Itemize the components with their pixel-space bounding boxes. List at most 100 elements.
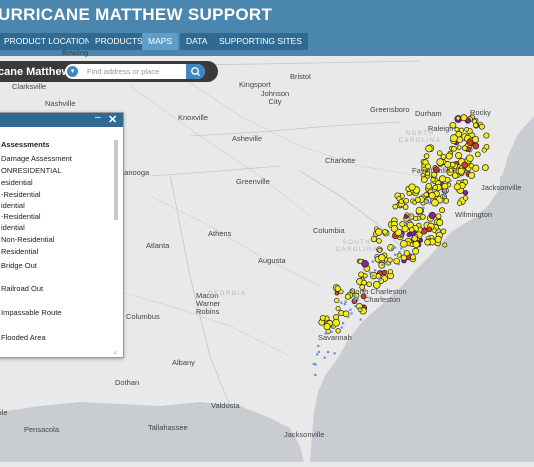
damage-marker[interactable]: [462, 195, 469, 201]
damage-marker[interactable]: [425, 145, 433, 153]
damage-marker[interactable]: [399, 221, 406, 228]
damage-marker[interactable]: [409, 227, 415, 233]
damage-marker[interactable]: [455, 115, 461, 121]
flood-marker[interactable]: [409, 217, 412, 221]
damage-marker[interactable]: [478, 123, 485, 130]
damage-marker[interactable]: [436, 158, 444, 166]
damage-marker[interactable]: [332, 318, 340, 327]
damage-marker[interactable]: [402, 204, 409, 210]
damage-marker[interactable]: [438, 175, 447, 183]
damage-marker[interactable]: [468, 171, 476, 179]
damage-marker[interactable]: [441, 182, 449, 190]
flood-marker[interactable]: [430, 181, 433, 184]
damage-marker[interactable]: [472, 142, 480, 150]
flood-marker[interactable]: [359, 307, 362, 310]
tab-data[interactable]: DATA: [180, 33, 214, 50]
damage-marker[interactable]: [431, 198, 439, 207]
flood-marker[interactable]: [385, 262, 388, 265]
flood-marker[interactable]: [381, 263, 384, 266]
flood-marker[interactable]: [404, 220, 407, 223]
flood-marker[interactable]: [323, 356, 326, 359]
damage-marker[interactable]: [474, 151, 481, 158]
flood-marker[interactable]: [394, 253, 397, 256]
damage-marker[interactable]: [411, 235, 418, 242]
flood-marker[interactable]: [314, 363, 317, 366]
damage-marker[interactable]: [334, 297, 340, 304]
flood-marker[interactable]: [424, 202, 427, 205]
flood-marker[interactable]: [347, 315, 350, 318]
damage-marker[interactable]: [425, 182, 433, 190]
flood-marker[interactable]: [344, 300, 347, 303]
flood-marker[interactable]: [331, 326, 334, 329]
damage-marker[interactable]: [466, 154, 474, 162]
flood-marker[interactable]: [356, 296, 359, 300]
damage-marker[interactable]: [428, 211, 436, 220]
flood-marker[interactable]: [378, 277, 381, 280]
flood-marker[interactable]: [426, 199, 429, 202]
damage-marker[interactable]: [387, 268, 394, 275]
damage-marker[interactable]: [420, 176, 428, 183]
damage-marker[interactable]: [423, 191, 429, 198]
damage-marker[interactable]: [461, 161, 469, 169]
damage-marker[interactable]: [403, 198, 409, 204]
flood-marker[interactable]: [429, 202, 432, 205]
damage-marker[interactable]: [335, 305, 341, 312]
flood-marker[interactable]: [449, 179, 452, 182]
flood-marker[interactable]: [317, 344, 320, 348]
damage-marker[interactable]: [440, 153, 447, 160]
damage-marker[interactable]: [358, 271, 365, 278]
flood-marker[interactable]: [398, 251, 401, 254]
damage-marker[interactable]: [424, 239, 431, 246]
flood-marker[interactable]: [326, 350, 330, 354]
flood-marker[interactable]: [400, 234, 403, 237]
legend-scrollbar[interactable]: [114, 140, 118, 220]
damage-marker[interactable]: [432, 184, 438, 191]
flood-marker[interactable]: [349, 308, 352, 311]
damage-marker[interactable]: [414, 196, 421, 203]
damage-marker[interactable]: [403, 250, 410, 257]
damage-marker[interactable]: [382, 229, 388, 235]
flood-marker[interactable]: [343, 302, 346, 306]
damage-marker[interactable]: [435, 213, 442, 220]
damage-marker[interactable]: [408, 183, 416, 191]
damage-marker[interactable]: [390, 225, 398, 233]
damage-marker[interactable]: [454, 126, 460, 132]
damage-marker[interactable]: [400, 240, 408, 248]
flood-marker[interactable]: [371, 274, 374, 277]
damage-marker[interactable]: [366, 281, 372, 288]
damage-marker[interactable]: [464, 127, 469, 132]
damage-marker[interactable]: [426, 226, 433, 233]
damage-marker[interactable]: [412, 240, 420, 248]
damage-marker[interactable]: [453, 183, 461, 191]
flood-marker[interactable]: [340, 301, 343, 304]
damage-marker[interactable]: [442, 242, 448, 248]
minimize-icon[interactable]: –: [95, 112, 101, 123]
damage-marker[interactable]: [403, 214, 409, 219]
flood-marker[interactable]: [317, 350, 321, 353]
damage-marker[interactable]: [436, 219, 444, 226]
damage-marker[interactable]: [456, 145, 462, 151]
flood-marker[interactable]: [444, 190, 447, 193]
damage-marker[interactable]: [361, 260, 369, 268]
damage-marker[interactable]: [455, 152, 463, 159]
damage-marker[interactable]: [456, 200, 463, 206]
damage-marker[interactable]: [445, 152, 453, 160]
flood-marker[interactable]: [316, 353, 319, 356]
damage-marker[interactable]: [451, 145, 457, 152]
close-icon[interactable]: ✕: [108, 113, 117, 126]
damage-marker[interactable]: [462, 190, 469, 196]
flood-marker[interactable]: [409, 214, 412, 217]
flood-marker[interactable]: [443, 195, 446, 198]
flood-marker[interactable]: [374, 269, 377, 272]
damage-marker[interactable]: [483, 132, 490, 139]
damage-marker[interactable]: [436, 150, 443, 156]
damage-marker[interactable]: [319, 314, 326, 321]
damage-marker[interactable]: [434, 235, 442, 243]
damage-marker[interactable]: [482, 164, 489, 171]
damage-marker[interactable]: [392, 203, 399, 210]
flood-marker[interactable]: [368, 271, 371, 274]
tab-products[interactable]: PRODUCTS: [89, 33, 149, 50]
flood-marker[interactable]: [359, 318, 362, 321]
damage-marker[interactable]: [457, 167, 465, 175]
flood-marker[interactable]: [391, 247, 394, 250]
